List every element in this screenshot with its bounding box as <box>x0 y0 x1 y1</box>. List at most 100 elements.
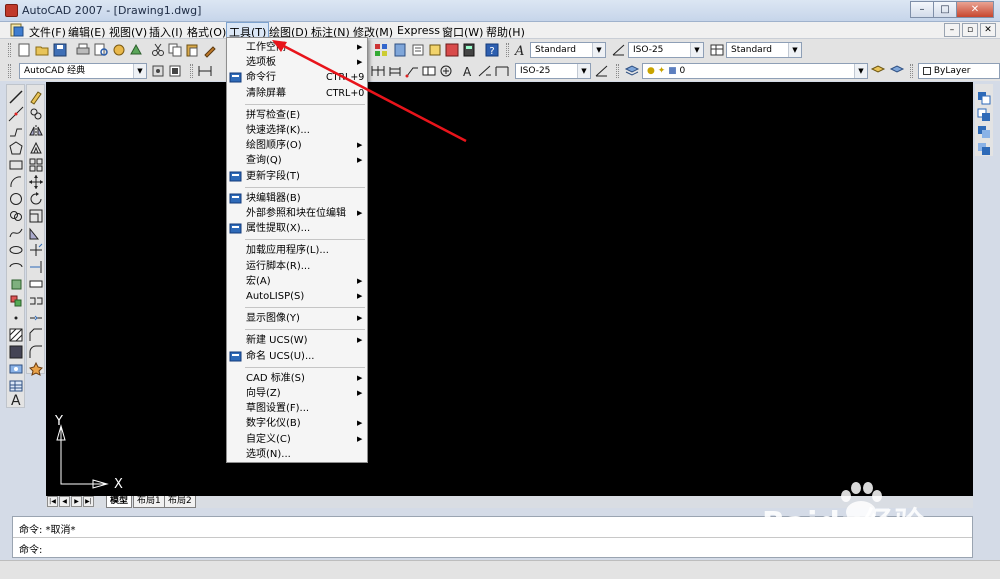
menu-window[interactable]: 窗口(W) <box>442 24 483 40</box>
toolbar-grip[interactable] <box>8 43 11 57</box>
tools-menu-item[interactable]: CAD 标准(S) ▶ <box>227 371 367 386</box>
drawing-canvas[interactable] <box>46 82 973 498</box>
quick-leader-icon[interactable] <box>404 63 420 79</box>
array-icon[interactable] <box>28 157 44 173</box>
tools-menu-item[interactable]: 显示图像(Y) ▶ <box>227 311 367 326</box>
tab-model[interactable]: 模型 <box>106 496 133 508</box>
doc-minimize-button[interactable]: – <box>944 23 960 37</box>
explode-icon[interactable] <box>28 361 44 377</box>
tools-menu-item[interactable]: 拼写检查(E) <box>227 108 367 123</box>
text-style-icon[interactable]: A <box>513 42 529 59</box>
chevron-down-icon[interactable]: ▼ <box>788 43 801 57</box>
break-icon[interactable] <box>28 293 44 309</box>
tools-menu-item[interactable]: 绘图顺序(O) ▶ <box>227 138 367 153</box>
polyline-icon[interactable] <box>8 123 24 139</box>
circle-icon[interactable] <box>8 191 24 207</box>
join-icon[interactable] <box>28 310 44 326</box>
tools-menu-item[interactable]: 新建 UCS(W) ▶ <box>227 333 367 348</box>
construction-line-icon[interactable] <box>8 106 24 122</box>
ellipse-arc-icon[interactable] <box>8 259 24 275</box>
dim-style-select-2[interactable]: ISO-25 ▼ <box>515 63 591 79</box>
scale-icon[interactable] <box>28 208 44 224</box>
close-button[interactable]: ✕ <box>956 1 994 18</box>
rotate-icon[interactable] <box>28 191 44 207</box>
dimension-continue-icon[interactable] <box>370 63 386 79</box>
next-tab-button[interactable]: ▶ <box>71 496 82 507</box>
tools-menu-item[interactable]: 命令行 CTRL+9 <box>227 70 367 85</box>
send-under-icon[interactable] <box>976 141 992 157</box>
point-icon[interactable] <box>8 310 24 326</box>
dimension-update-icon[interactable] <box>494 63 510 79</box>
toolbar-grip[interactable] <box>616 64 619 78</box>
layer-previous-icon[interactable] <box>889 63 905 79</box>
plot-preview-icon[interactable] <box>93 42 109 58</box>
save-icon[interactable] <box>52 42 68 58</box>
toolbar-grip[interactable] <box>910 64 913 78</box>
tab-layout2[interactable]: 布局2 <box>164 496 196 508</box>
publish-icon[interactable] <box>111 42 127 58</box>
tools-menu-item[interactable]: 属性提取(X)... <box>227 221 367 236</box>
trim-icon[interactable] <box>28 242 44 258</box>
tools-menu-item[interactable]: 数字化仪(B) ▶ <box>227 416 367 431</box>
workspace-settings-icon[interactable] <box>150 63 166 79</box>
insert-block-icon[interactable] <box>8 276 24 292</box>
toolbar-grip[interactable] <box>190 64 193 78</box>
doc-restore-button[interactable]: ▫ <box>962 23 978 37</box>
chevron-down-icon[interactable]: ▼ <box>854 64 867 78</box>
copy-object-icon[interactable] <box>28 106 44 122</box>
stretch-icon[interactable] <box>28 225 44 241</box>
menu-edit[interactable]: 编辑(E) <box>68 24 106 40</box>
extend-icon[interactable] <box>28 259 44 275</box>
text-style-select[interactable]: Standard ▼ <box>530 42 606 58</box>
minimize-button[interactable]: – <box>910 1 934 18</box>
tolerance-icon[interactable] <box>421 63 437 79</box>
fillet-icon[interactable] <box>28 344 44 360</box>
tools-menu-item[interactable]: 命名 UCS(U)... <box>227 349 367 364</box>
copy-icon[interactable] <box>167 42 183 58</box>
gradient-icon[interactable] <box>8 344 24 360</box>
polygon-icon[interactable] <box>8 140 24 156</box>
tools-menu-item[interactable]: 向导(Z) ▶ <box>227 386 367 401</box>
bring-above-icon[interactable] <box>976 124 992 140</box>
prev-tab-button[interactable]: ◀ <box>59 496 70 507</box>
dimension-style-manager-icon[interactable] <box>594 63 610 79</box>
hatch-icon[interactable] <box>8 327 24 343</box>
chevron-down-icon[interactable]: ▼ <box>133 64 146 78</box>
tools-menu-item[interactable]: AutoLISP(S) ▶ <box>227 289 367 304</box>
new-file-icon[interactable] <box>16 42 32 58</box>
tab-layout1[interactable]: 布局1 <box>133 496 165 508</box>
dim-style-select[interactable]: ISO-25 ▼ <box>628 42 704 58</box>
make-layer-current-icon[interactable] <box>870 63 886 79</box>
tools-menu-item[interactable]: 外部参照和块在位编辑 ▶ <box>227 206 367 221</box>
last-tab-button[interactable]: ▶| <box>83 496 94 507</box>
sheet-set-icon[interactable] <box>410 42 426 58</box>
send-to-back-icon[interactable] <box>976 107 992 123</box>
erase-icon[interactable] <box>28 89 44 105</box>
multiline-text-icon[interactable]: A <box>8 391 24 409</box>
tools-menu-item[interactable]: 清除屏幕 CTRL+0 <box>227 86 367 101</box>
offset-icon[interactable] <box>28 140 44 156</box>
dimension-edit-icon[interactable]: A <box>460 63 476 79</box>
menu-format[interactable]: 格式(O) <box>187 24 226 40</box>
design-center-icon[interactable] <box>373 42 389 58</box>
revision-cloud-icon[interactable] <box>8 208 24 224</box>
layer-select[interactable]: ● ✦ ■ 0 ▼ <box>642 63 868 79</box>
match-properties-icon[interactable] <box>202 42 218 58</box>
tools-menu-item[interactable]: 加载应用程序(L)... <box>227 243 367 258</box>
region-icon[interactable] <box>8 361 24 377</box>
chevron-down-icon[interactable]: ▼ <box>577 64 590 78</box>
3d-dwf-icon[interactable] <box>128 42 144 58</box>
markup-icon[interactable] <box>427 42 443 58</box>
chevron-down-icon[interactable]: ▼ <box>592 43 605 57</box>
toolbar-grip[interactable] <box>506 43 509 57</box>
help-icon[interactable]: ? <box>484 42 500 58</box>
menu-insert[interactable]: 插入(I) <box>149 24 183 40</box>
menu-express[interactable]: Express <box>397 24 440 37</box>
mirror-icon[interactable] <box>28 123 44 139</box>
command-prompt[interactable]: 命令: <box>19 541 42 556</box>
plot-icon[interactable] <box>75 42 91 58</box>
first-tab-button[interactable]: |◀ <box>47 496 58 507</box>
tools-menu-item[interactable]: 更新字段(T) <box>227 169 367 184</box>
tool-palettes-icon[interactable] <box>392 42 408 58</box>
my-workspace-icon[interactable] <box>167 63 183 79</box>
